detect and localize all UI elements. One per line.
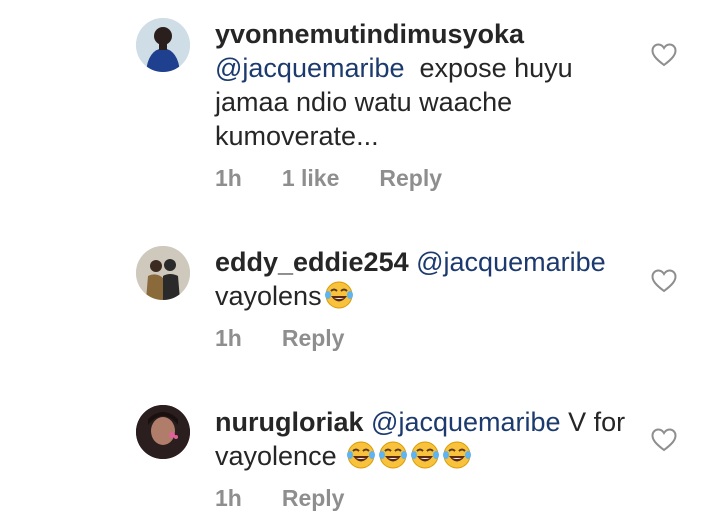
face-with-tears-of-joy-emoji (442, 440, 472, 470)
comment-meta: 1h 1 like Reply (215, 165, 482, 192)
reply-button[interactable]: Reply (282, 325, 345, 352)
comment-text: expose huyu (419, 53, 573, 83)
mention-link[interactable]: @jacquemaribe (416, 247, 606, 277)
mention-link[interactable]: @jacquemaribe (215, 53, 405, 83)
avatar[interactable] (136, 246, 190, 300)
comment-time: 1h (215, 165, 242, 191)
comment-time: 1h (215, 485, 242, 511)
face-with-tears-of-joy-emoji (346, 440, 376, 470)
comment-username[interactable]: nurugloriak (215, 407, 364, 437)
comment-text: vayolence (215, 441, 337, 471)
like-heart-icon[interactable] (651, 269, 677, 293)
comment-meta: 1h Reply (215, 485, 384, 512)
comment-text: vayolens (215, 281, 322, 311)
reply-button[interactable]: Reply (282, 485, 345, 512)
comment-username[interactable]: yvonnemutindimusyoka (215, 19, 524, 49)
comment-text: kumoverate... (215, 121, 379, 151)
comment-body: eddy_eddie254 @jacquemaribe vayolens (215, 245, 635, 313)
comment-time: 1h (215, 325, 242, 351)
comment-body: nurugloriak @jacquemaribe V for vayolenc… (215, 405, 635, 473)
like-count[interactable]: 1 like (282, 165, 340, 192)
mention-link[interactable]: @jacquemaribe (371, 407, 561, 437)
comment-text: V for (568, 407, 626, 437)
reply-button[interactable]: Reply (379, 165, 442, 192)
face-with-tears-of-joy-emoji (324, 280, 354, 310)
like-heart-icon[interactable] (651, 428, 677, 452)
comment-body: yvonnemutindimusyoka @jacquemaribe expos… (215, 17, 635, 153)
comment-meta: 1h Reply (215, 325, 384, 352)
avatar[interactable] (136, 18, 190, 72)
like-heart-icon[interactable] (651, 43, 677, 67)
face-with-tears-of-joy-emoji (378, 440, 408, 470)
face-with-tears-of-joy-emoji (410, 440, 440, 470)
avatar[interactable] (136, 405, 190, 459)
comment-text: jamaa ndio watu waache (215, 87, 513, 117)
comment-username[interactable]: eddy_eddie254 (215, 247, 409, 277)
